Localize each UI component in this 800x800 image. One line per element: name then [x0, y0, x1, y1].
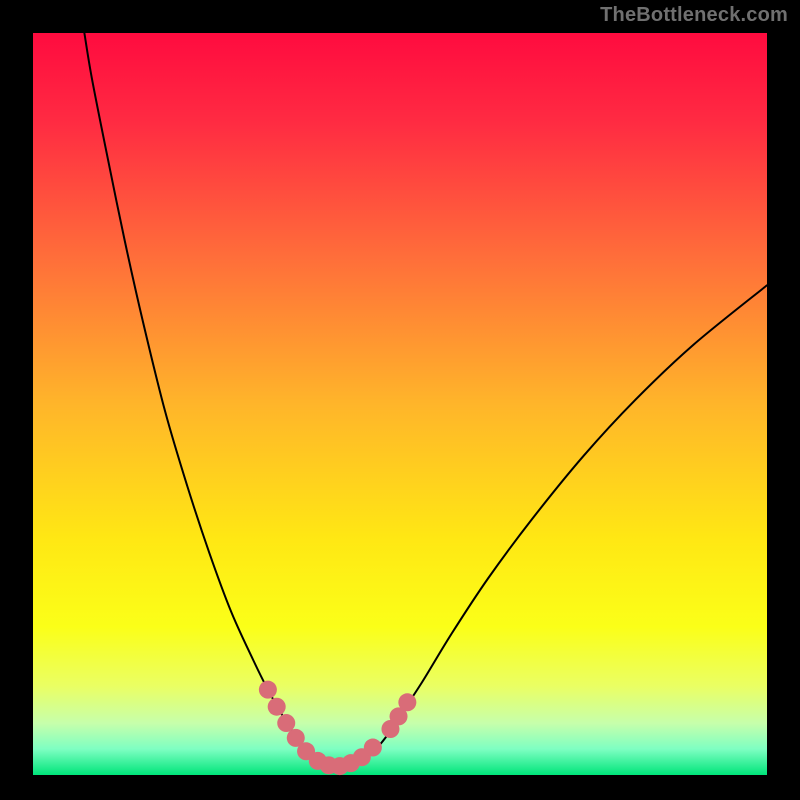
marker-dot — [364, 739, 382, 757]
watermark-text: TheBottleneck.com — [600, 4, 788, 27]
chart-frame: TheBottleneck.com — [0, 0, 800, 800]
bottleneck-chart — [0, 0, 800, 800]
marker-dot — [398, 693, 416, 711]
marker-dot — [277, 714, 295, 732]
marker-dot — [268, 698, 286, 716]
marker-dot — [259, 681, 277, 699]
plot-background — [33, 33, 767, 775]
